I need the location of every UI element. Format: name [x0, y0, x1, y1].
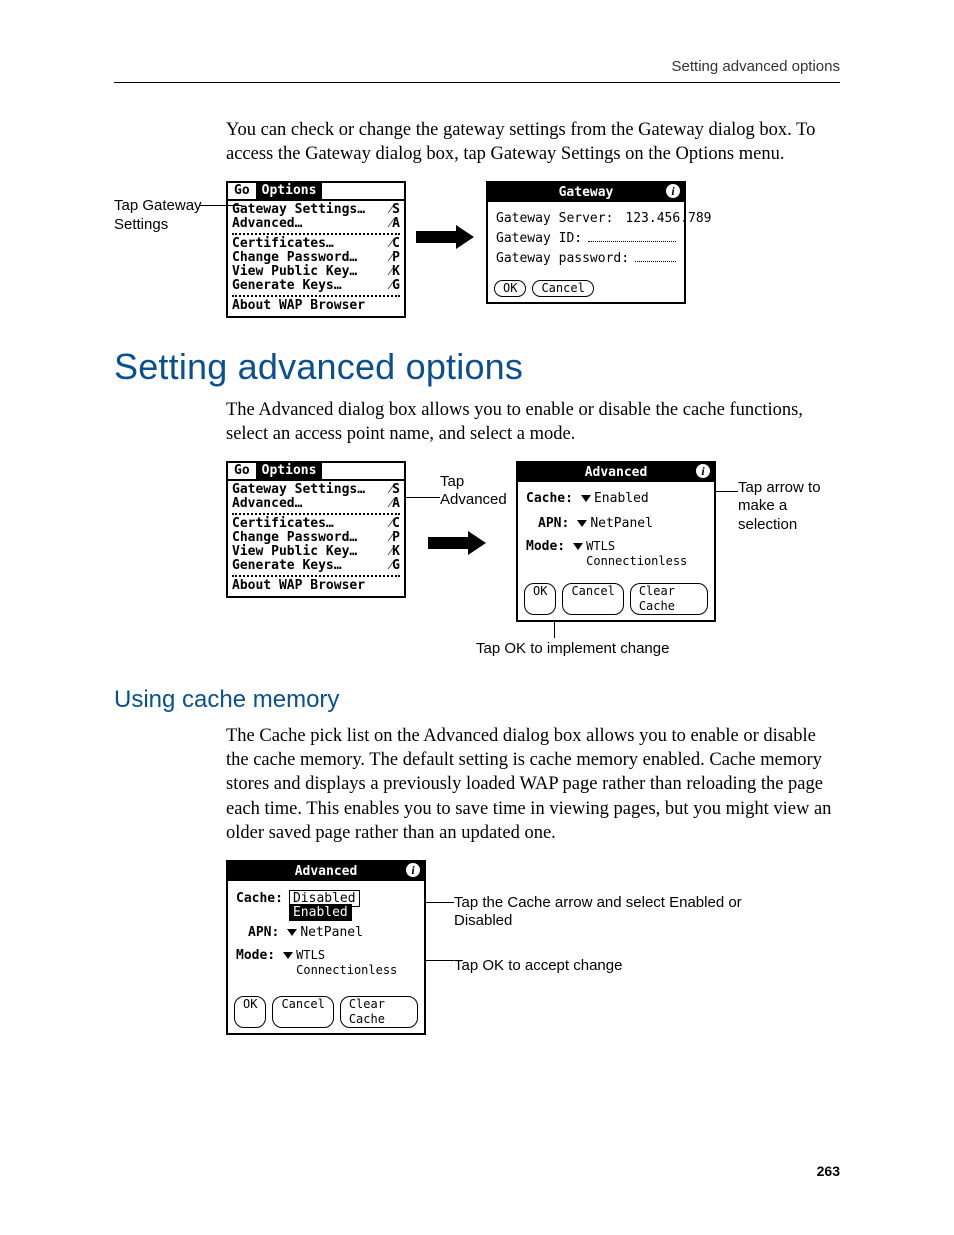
figure-cache: Advanced i Cache: Disabled Enabled APN: …: [226, 860, 840, 1035]
advanced-dialog-cache: Advanced i Cache: Disabled Enabled APN: …: [226, 860, 426, 1035]
cancel-button[interactable]: Cancel: [532, 280, 593, 297]
chevron-down-icon[interactable]: [577, 520, 587, 527]
callout-ok-accept: Tap OK to accept change: [454, 957, 754, 976]
arrow-icon: [416, 227, 476, 247]
cache-value[interactable]: Enabled: [594, 491, 649, 506]
section-heading: Setting advanced options: [114, 346, 840, 388]
ok-button[interactable]: OK: [494, 280, 526, 297]
chevron-down-icon[interactable]: [581, 495, 591, 502]
mode-value[interactable]: WTLS Connectionless: [296, 948, 416, 978]
field-row: Gateway Server: 123.456.789: [496, 211, 676, 226]
cache-popup-option[interactable]: Enabled: [289, 904, 352, 921]
menu-tab-options[interactable]: Options: [256, 183, 323, 199]
menu-item[interactable]: Advanced…⁄A: [232, 497, 400, 511]
menu-item[interactable]: Certificates…⁄C: [232, 237, 400, 251]
cache-picklist[interactable]: Disabled Enabled: [289, 890, 360, 907]
cache-paragraph: The Cache pick list on the Advanced dial…: [226, 724, 840, 846]
dialog-title: Advanced i: [228, 862, 424, 881]
chevron-down-icon[interactable]: [573, 543, 583, 550]
header-rule: [114, 82, 840, 83]
dotted-input[interactable]: [635, 249, 676, 262]
menu-item[interactable]: Generate Keys…⁄G: [232, 279, 400, 293]
page-number: 263: [817, 1163, 840, 1179]
clear-cache-button[interactable]: Clear Cache: [340, 996, 418, 1028]
subsection-heading: Using cache memory: [114, 686, 840, 714]
advanced-dialog: Advanced i Cache: Enabled APN: NetPanel …: [516, 461, 716, 622]
menu-item[interactable]: Advanced…⁄A: [232, 217, 400, 231]
callout-tap-advanced: Tap Advanced: [440, 473, 516, 511]
field-row: Gateway password:: [496, 249, 676, 266]
menu-item[interactable]: View Public Key…⁄K: [232, 545, 400, 559]
dialog-title: Gateway i: [488, 183, 684, 202]
options-menu-panel-2: Go Options Gateway Settings…⁄S Advanced……: [226, 461, 406, 598]
info-icon[interactable]: i: [666, 184, 680, 198]
menu-tab-go[interactable]: Go: [228, 183, 256, 199]
callout-tap-gateway: Tap Gateway Settings: [114, 181, 226, 235]
menu-item[interactable]: Certificates…⁄C: [232, 517, 400, 531]
menu-item[interactable]: About WAP Browser: [232, 299, 400, 313]
gateway-dialog: Gateway i Gateway Server: 123.456.789 Ga…: [486, 181, 686, 304]
arrow-icon: [428, 533, 488, 553]
menu-body: Gateway Settings…⁄S Advanced…⁄A Certific…: [228, 199, 404, 316]
cancel-button[interactable]: Cancel: [562, 583, 623, 615]
menu-separator: [232, 233, 400, 235]
caption-tap-ok: Tap OK to implement change: [476, 640, 669, 659]
menu-item[interactable]: View Public Key…⁄K: [232, 265, 400, 279]
field-row: Gateway ID:: [496, 229, 676, 246]
menu-bar: Go Options: [228, 183, 404, 199]
ok-button[interactable]: OK: [234, 996, 266, 1028]
menu-separator: [232, 295, 400, 297]
menu-item[interactable]: Gateway Settings…⁄S: [232, 483, 400, 497]
apn-value[interactable]: NetPanel: [590, 516, 653, 531]
figure-gateway: Tap Gateway Settings Go Options Gateway …: [114, 181, 840, 318]
figure-advanced: Go Options Gateway Settings…⁄S Advanced……: [226, 461, 840, 622]
chevron-down-icon[interactable]: [287, 929, 297, 936]
menu-tab-go[interactable]: Go: [228, 463, 256, 479]
clear-cache-button[interactable]: Clear Cache: [630, 583, 708, 615]
intro-paragraph: You can check or change the gateway sett…: [226, 118, 840, 167]
info-icon[interactable]: i: [696, 464, 710, 478]
dotted-input[interactable]: [588, 229, 676, 242]
apn-value[interactable]: NetPanel: [300, 925, 363, 940]
callout-cache-select: Tap the Cache arrow and select Enabled o…: [454, 894, 754, 932]
menu-tab-options[interactable]: Options: [256, 463, 323, 479]
cancel-button[interactable]: Cancel: [272, 996, 333, 1028]
info-icon[interactable]: i: [406, 863, 420, 877]
ok-button[interactable]: OK: [524, 583, 556, 615]
menu-item[interactable]: Change Password…⁄P: [232, 531, 400, 545]
options-menu-panel: Go Options Gateway Settings…⁄S Advanced……: [226, 181, 406, 318]
menu-item[interactable]: Gateway Settings…⁄S: [232, 203, 400, 217]
callout-tap-arrow: Tap arrow to make a selection: [738, 461, 826, 535]
dialog-title: Advanced i: [518, 463, 714, 482]
callout-text: Tap Gateway Settings: [114, 197, 202, 233]
chevron-down-icon[interactable]: [283, 952, 293, 959]
section-intro: The Advanced dialog box allows you to en…: [226, 398, 840, 447]
mode-value[interactable]: WTLS Connectionless: [586, 539, 706, 569]
menu-item[interactable]: About WAP Browser: [232, 579, 400, 593]
running-head: Setting advanced options: [672, 58, 840, 75]
menu-item[interactable]: Generate Keys…⁄G: [232, 559, 400, 573]
menu-item[interactable]: Change Password…⁄P: [232, 251, 400, 265]
